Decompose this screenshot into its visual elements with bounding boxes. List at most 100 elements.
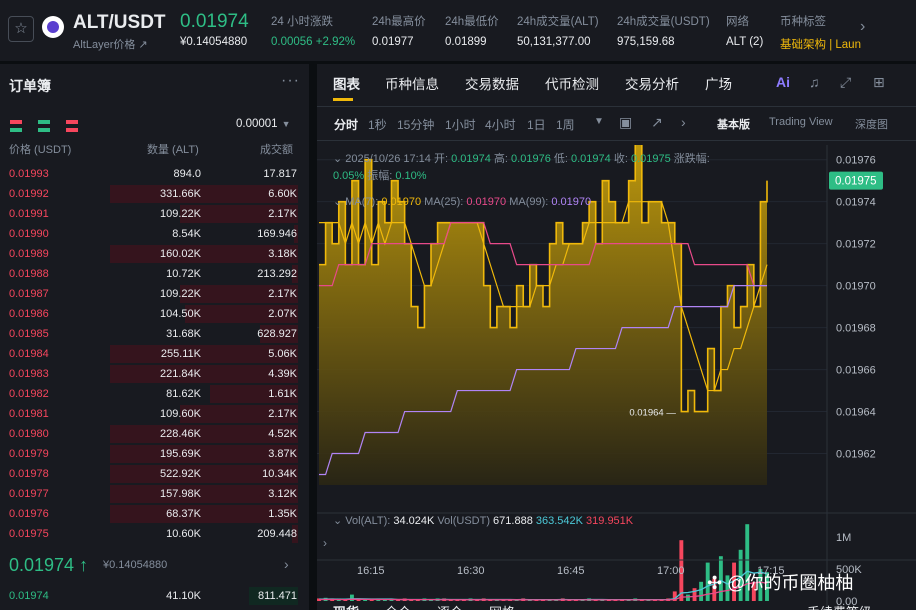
star-icon[interactable]: ☆	[8, 16, 34, 42]
interval-4[interactable]: 4小时	[485, 116, 516, 133]
interval-2[interactable]: 15分钟	[397, 116, 434, 133]
row-amount: 109.60K	[160, 408, 201, 420]
interval-6[interactable]: 1周	[556, 116, 575, 133]
pair-symbol[interactable]: ALT/USDT	[73, 12, 166, 34]
table-row[interactable]: 0.01983 221.84K 4.39K	[0, 364, 309, 384]
stat-label: 币种标签	[780, 16, 826, 28]
tab-1[interactable]: 币种信息	[385, 73, 439, 93]
interval-5[interactable]: 1日	[527, 116, 546, 133]
row-amount: 41.10K	[166, 590, 201, 602]
coin-info-link[interactable]: AltLayer价格 ↗	[73, 36, 148, 52]
table-row[interactable]: 0.01988 10.72K 213.292	[0, 264, 309, 284]
more-icon[interactable]: ···	[281, 72, 300, 90]
info-item: 0.01975	[631, 153, 674, 165]
tab-5[interactable]: 广场	[705, 73, 732, 93]
interval-0[interactable]: 分时	[334, 116, 358, 133]
table-row[interactable]: 0.01977 157.98K 3.12K	[0, 484, 309, 504]
volume-bar	[692, 588, 697, 601]
y-tick-label: 0.01966	[836, 365, 876, 377]
altlayer-logo-icon	[42, 16, 64, 38]
table-row[interactable]: 0.01982 81.62K 1.61K	[0, 384, 309, 404]
tick-size-select[interactable]: 0.00001 ▼	[236, 118, 291, 130]
ai-icon[interactable]: Ai	[776, 74, 790, 90]
bell-icon[interactable]: ♫	[809, 74, 820, 90]
stat-value-text: 0.01977	[372, 36, 414, 48]
row-price: 0.01990	[9, 228, 49, 240]
table-row[interactable]: 0.01990 8.54K 169.946	[0, 224, 309, 244]
table-row[interactable]: 0.01985 31.68K 628.927	[0, 324, 309, 344]
stat-label: 24h成交量(ALT)	[517, 16, 599, 28]
row-total: 1.61K	[268, 388, 297, 400]
row-total: 169.946	[257, 228, 297, 240]
stat-value-text: 基础架构 | Laun	[780, 39, 861, 51]
table-row[interactable]: 0.01984 255.11K 5.06K	[0, 344, 309, 364]
caret-down-icon[interactable]: ▼	[594, 116, 604, 127]
book-bids-icon[interactable]	[38, 120, 50, 132]
stat-value: 0.01899	[445, 36, 487, 48]
tab-3[interactable]: 代币检测	[545, 73, 599, 93]
chevron-right-icon[interactable]: ›	[284, 556, 289, 572]
table-row[interactable]: 0.01975 10.60K 209.448	[0, 524, 309, 544]
y-tick-label: 0.01968	[836, 323, 876, 335]
tab-0[interactable]: 图表	[333, 73, 360, 93]
bottom-tab-0[interactable]: 现货	[333, 602, 359, 610]
table-row[interactable]: 0.01980 228.46K 4.52K	[0, 424, 309, 444]
bottom-tab-3[interactable]: 网格	[489, 602, 515, 610]
stat-value: 0.01977	[372, 36, 414, 48]
row-amount: 68.37K	[166, 508, 201, 520]
table-row[interactable]: 0.01986 104.50K 2.07K	[0, 304, 309, 324]
interval-3[interactable]: 1小时	[445, 116, 476, 133]
bottom-tab-4[interactable]: 手续费等级	[807, 602, 872, 610]
table-row[interactable]: 0.01979 195.69K 3.87K	[0, 444, 309, 464]
indicator-icon[interactable]: ↗	[651, 114, 663, 131]
stat-value-pct: +2.92%	[315, 36, 356, 48]
table-row[interactable]: 0.01981 109.60K 2.17K	[0, 404, 309, 424]
table-row[interactable]: 0.01991 109.22K 2.17K	[0, 204, 309, 224]
last-price-cny: ¥0.14054880	[180, 36, 248, 48]
table-row[interactable]: 0.01974 41.10K 811.471	[0, 586, 309, 606]
table-row[interactable]: 0.01987 109.22K 2.17K	[0, 284, 309, 304]
stat-value[interactable]: ALT (2)	[726, 36, 763, 48]
row-amount: 10.60K	[166, 528, 201, 540]
layout-grid-icon[interactable]: ⊞	[873, 74, 885, 91]
high-mark: 0.01977 —	[591, 145, 638, 146]
view-2[interactable]: 深度图	[855, 116, 888, 132]
chevron-right-icon[interactable]: ›	[323, 536, 327, 550]
row-price: 0.01977	[9, 488, 49, 500]
table-row[interactable]: 0.01978 522.92K 10.34K	[0, 464, 309, 484]
info-item: 319.951K	[586, 515, 634, 527]
book-both-icon[interactable]	[10, 120, 22, 132]
table-row[interactable]: 0.01993 894.0 17.817	[0, 164, 309, 184]
chevron-right-icon[interactable]: ›	[860, 18, 865, 36]
info-line: 0.05% 振幅: 0.10%	[333, 168, 427, 182]
expand-icon[interactable]: ⤢	[840, 74, 851, 91]
col-total: 成交额	[260, 144, 293, 156]
vol-tick-label: 1M	[836, 532, 851, 544]
bottom-tab-1[interactable]: 全仓	[385, 602, 411, 610]
tab-4[interactable]: 交易分析	[625, 73, 679, 93]
view-0[interactable]: 基本版	[717, 116, 750, 132]
row-amount: 894.0	[173, 168, 201, 180]
calendar-icon[interactable]: ▣	[619, 114, 632, 131]
row-amount: 331.66K	[160, 188, 201, 200]
stat-value[interactable]: 基础架构 | Laun	[780, 36, 861, 52]
arrow-up-icon: ↑	[79, 555, 89, 575]
table-row[interactable]: 0.01992 331.66K 6.60K	[0, 184, 309, 204]
stat-label: 24h最高价	[372, 16, 426, 28]
book-asks-icon[interactable]	[66, 120, 78, 132]
view-1[interactable]: Trading View	[769, 116, 833, 128]
chart-panel: 图表 币种信息 交易数据 代币检测 交易分析 广场 Ai ♫ ⤢ ⊞ 分时 1秒 15分钟 1小…	[317, 64, 916, 610]
bottom-tab-2[interactable]: 逐仓	[437, 602, 463, 610]
row-price: 0.01991	[9, 208, 49, 220]
stat-value-text: 0.01899	[445, 36, 487, 48]
chevron-right-icon[interactable]: ›	[681, 114, 686, 130]
table-row[interactable]: 0.01976 68.37K 1.35K	[0, 504, 309, 524]
tab-2[interactable]: 交易数据	[465, 73, 519, 93]
price-chart[interactable]: 0.01976 0.01974 0.01972 0.01970 0.01968 0.019…	[317, 145, 916, 610]
row-price: 0.01983	[9, 368, 49, 380]
table-row[interactable]: 0.01989 160.02K 3.18K	[0, 244, 309, 264]
interval-1[interactable]: 1秒	[368, 116, 387, 133]
info-item: MA(25):	[424, 196, 466, 208]
row-price: 0.01982	[9, 388, 49, 400]
row-amount: 81.62K	[166, 388, 201, 400]
